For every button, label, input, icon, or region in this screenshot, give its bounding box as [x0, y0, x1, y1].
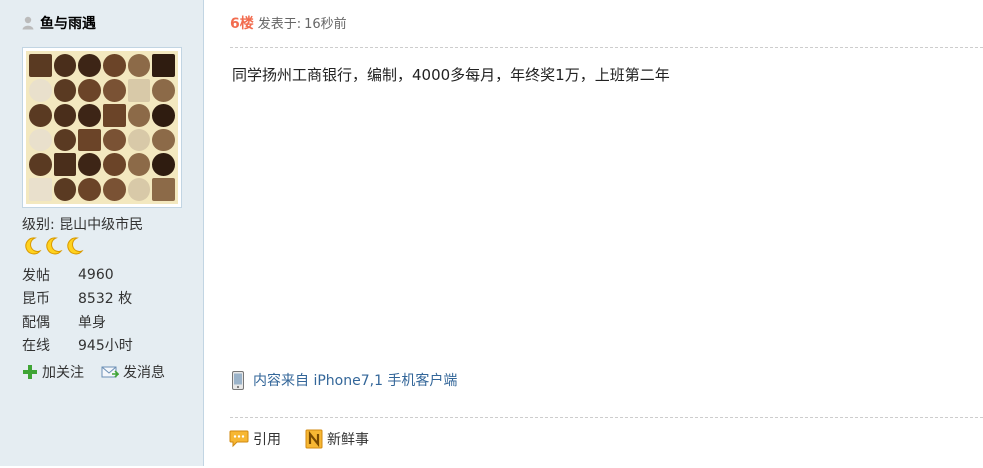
chocolate-piece	[102, 78, 126, 102]
mail-icon	[101, 366, 119, 378]
stat-row: 发帖 4960	[22, 263, 133, 287]
stat-value: 945小时	[78, 338, 133, 355]
source-link[interactable]: 内容来自 iPhone7,1 手机客户端	[253, 370, 457, 390]
send-message-button[interactable]: 发消息	[101, 362, 165, 382]
chocolate-piece	[127, 54, 151, 77]
username-row: 鱼与雨遇	[22, 13, 96, 33]
chocolate-piece	[152, 128, 175, 152]
post-source: 内容来自 iPhone7,1 手机客户端	[231, 370, 457, 390]
news-button[interactable]: 新鲜事	[305, 429, 369, 449]
chocolate-piece	[29, 178, 52, 201]
phone-icon	[232, 370, 244, 390]
user-actions: 加关注 发消息	[22, 362, 165, 382]
chocolate-piece	[127, 178, 151, 201]
floor-number[interactable]: 6楼	[230, 13, 254, 33]
user-stats: 发帖 4960 昆币 8532 枚配偶 单身在线 945小时	[22, 263, 133, 357]
plus-icon	[23, 365, 37, 379]
stat-value: 4960	[78, 266, 114, 283]
user-level: 级别: 昆山中级市民	[22, 217, 144, 233]
chocolate-piece	[53, 54, 77, 77]
chocolate-piece	[78, 54, 101, 77]
chocolate-piece	[102, 103, 126, 127]
chocolate-piece	[29, 128, 52, 152]
chocolate-piece	[53, 128, 77, 152]
post-actions: 引用 新鲜事	[229, 429, 369, 449]
chocolate-piece	[78, 128, 101, 152]
stat-label: 配偶	[22, 314, 50, 331]
chocolate-piece	[29, 103, 52, 127]
chocolate-piece	[53, 178, 77, 201]
moon-icon	[25, 237, 42, 255]
chocolate-piece	[53, 78, 77, 102]
stat-label: 昆币	[22, 291, 50, 308]
chocolate-piece	[102, 128, 126, 152]
chocolate-piece	[127, 153, 151, 177]
chocolate-piece	[78, 103, 101, 127]
chocolate-piece	[152, 178, 175, 201]
level-moons	[22, 236, 84, 256]
chocolate-piece	[127, 103, 151, 127]
news-icon	[305, 429, 323, 449]
stat-row: 在线 945小时	[22, 334, 133, 358]
quote-icon	[229, 430, 249, 448]
stat-row: 昆币 8532 枚	[22, 287, 133, 311]
chocolate-piece	[29, 54, 52, 77]
moon-icon	[67, 237, 84, 255]
chocolate-piece	[152, 103, 175, 127]
user-icon	[22, 16, 34, 30]
chocolate-piece	[127, 128, 151, 152]
chocolate-piece	[29, 153, 52, 177]
avatar-image	[26, 51, 178, 204]
post-time: 发表于: 16秒前	[258, 13, 347, 32]
quote-label: 引用	[253, 432, 281, 448]
follow-label: 加关注	[42, 365, 84, 381]
avatar[interactable]	[22, 47, 182, 208]
chocolate-piece	[152, 54, 175, 77]
quote-button[interactable]: 引用	[229, 429, 281, 449]
message-label: 发消息	[123, 365, 165, 381]
stat-label: 发帖	[22, 267, 50, 284]
chocolate-piece	[78, 178, 101, 201]
stat-value: 单身	[78, 314, 106, 331]
chocolate-piece	[53, 153, 77, 177]
post-time-label: 发表于:	[257, 17, 302, 32]
chocolate-piece	[152, 78, 175, 102]
moon-icon	[46, 237, 63, 255]
username-link[interactable]: 鱼与雨遇	[40, 13, 96, 33]
chocolate-piece	[152, 153, 175, 177]
divider	[230, 417, 983, 418]
post-content: 同学扬州工商银行，编制，4000多每月，年终奖1万，上班第二年	[232, 66, 670, 84]
chocolate-piece	[127, 78, 151, 102]
author-sidebar: 鱼与雨遇 级别: 昆山中级市民 发帖 4960 昆币 8532 枚配偶 单身在线 945小…	[0, 0, 204, 466]
chocolate-piece	[102, 178, 126, 201]
stat-value: 8532 枚	[78, 291, 133, 308]
chocolate-piece	[102, 153, 126, 177]
post-time-value: 16秒前	[304, 17, 347, 32]
follow-button[interactable]: 加关注	[22, 362, 84, 382]
news-label: 新鲜事	[327, 432, 369, 448]
post-header: 6楼 发表于: 16秒前	[230, 13, 347, 33]
divider	[230, 47, 983, 48]
stat-label: 在线	[22, 338, 50, 355]
chocolate-piece	[78, 153, 101, 177]
stat-row: 配偶 单身	[22, 310, 133, 334]
chocolate-piece	[29, 78, 52, 102]
chocolate-piece	[78, 78, 101, 102]
chocolate-piece	[102, 54, 126, 77]
chocolate-piece	[53, 103, 77, 127]
